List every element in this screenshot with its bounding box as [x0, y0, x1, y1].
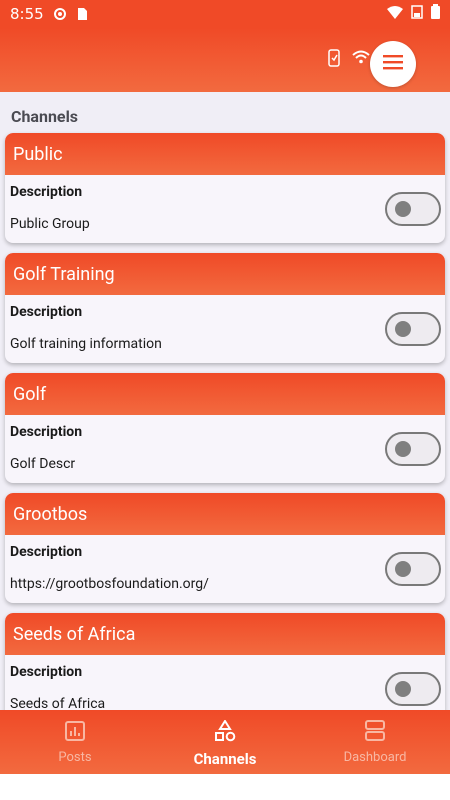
gear-icon: [52, 6, 68, 22]
toggle-knob: [395, 681, 411, 697]
battery-icon: [431, 4, 440, 23]
description-label: Description: [10, 424, 83, 440]
channel-card[interactable]: Grootbos Description https://grootbosfou…: [5, 493, 445, 603]
app-bar: [0, 28, 450, 92]
bottom-nav: Posts Channels Dashboard: [0, 710, 450, 774]
toggle-knob: [395, 561, 411, 577]
channel-name: Public: [5, 133, 445, 175]
shapes-icon: [214, 719, 236, 746]
channel-name: Golf: [5, 373, 445, 415]
description-value: Seeds of Africa: [10, 696, 106, 710]
chart-icon: [64, 720, 86, 746]
menu-button[interactable]: [370, 41, 416, 87]
description-value: https://grootbosfoundation.org/: [10, 576, 209, 592]
description-value: Golf training information: [10, 336, 162, 352]
nav-label: Posts: [58, 750, 92, 765]
channel-toggle[interactable]: [385, 672, 441, 706]
channel-card[interactable]: Golf Description Golf Descr: [5, 373, 445, 483]
wifi-icon: [387, 5, 403, 23]
phone-check-icon: [326, 49, 342, 71]
nav-label: Dashboard: [343, 750, 407, 765]
description-label: Description: [10, 544, 83, 560]
channel-card[interactable]: Seeds of Africa Description Seeds of Afr…: [5, 613, 445, 710]
nav-item-dashboard[interactable]: Dashboard: [300, 710, 450, 774]
description-label: Description: [10, 664, 83, 680]
channels-content: Channels Public Description Public Group…: [0, 92, 450, 710]
sd-card-icon: [74, 6, 90, 22]
status-time: 8:55: [10, 5, 44, 23]
description-value: Public Group: [10, 216, 90, 232]
nav-label: Channels: [193, 750, 257, 768]
channel-name: Golf Training: [5, 253, 445, 295]
channel-toggle[interactable]: [385, 432, 441, 466]
menu-icon: [383, 54, 403, 74]
toggle-knob: [395, 321, 411, 337]
system-nav-bar: [0, 774, 450, 800]
description-label: Description: [10, 304, 83, 320]
channel-name: Grootbos: [5, 493, 445, 535]
signal-icon: [411, 4, 423, 23]
wifi-icon: [352, 49, 370, 71]
toggle-knob: [395, 201, 411, 217]
nav-item-channels[interactable]: Channels: [150, 710, 300, 774]
channel-toggle[interactable]: [385, 192, 441, 226]
dashboard-icon: [364, 720, 386, 746]
description-label: Description: [10, 184, 83, 200]
status-bar: 8:55: [0, 0, 450, 28]
channel-toggle[interactable]: [385, 312, 441, 346]
section-title: Channels: [11, 107, 79, 126]
channel-name: Seeds of Africa: [5, 613, 445, 655]
channel-toggle[interactable]: [385, 552, 441, 586]
channel-card[interactable]: Public Description Public Group: [5, 133, 445, 243]
toggle-knob: [395, 441, 411, 457]
description-value: Golf Descr: [10, 456, 76, 472]
nav-item-posts[interactable]: Posts: [0, 710, 150, 774]
channel-card[interactable]: Golf Training Description Golf training …: [5, 253, 445, 363]
